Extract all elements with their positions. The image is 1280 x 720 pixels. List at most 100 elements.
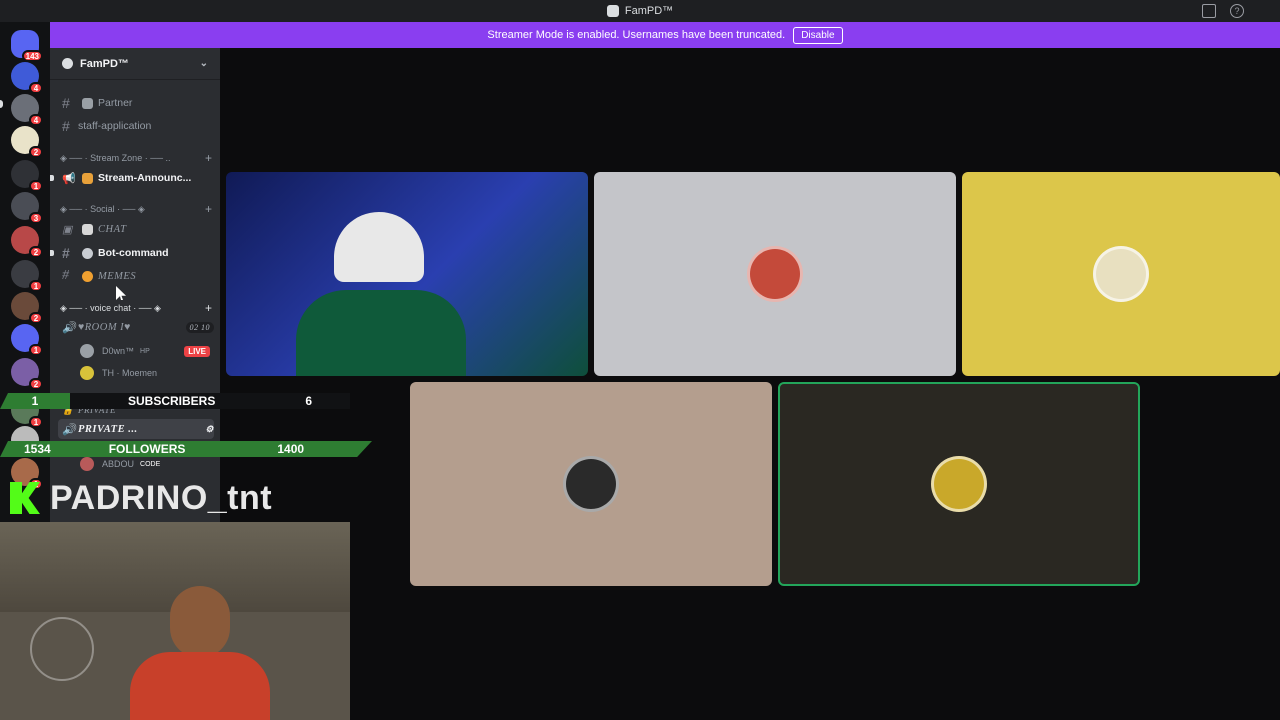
add-channel-icon[interactable]: +: [205, 202, 212, 216]
avatar: [747, 246, 803, 302]
speaker-icon: 🔊: [62, 423, 77, 436]
hash-icon: #: [62, 268, 70, 283]
voice-user-name: TH · Moemen: [102, 368, 158, 378]
speaker-icon: 🔊: [62, 321, 77, 334]
channel-label: ♥ROOM I♥: [78, 321, 131, 333]
subs-count: 1: [31, 394, 39, 408]
voice-user[interactable]: ABDOU CODE: [80, 455, 210, 473]
unread-pill: [0, 100, 3, 108]
channel-partner[interactable]: # Partner: [58, 93, 214, 113]
server-icon[interactable]: 2: [11, 226, 43, 258]
mention-badge: 2: [29, 246, 43, 258]
settings-gear-icon[interactable]: ⚙: [205, 424, 214, 435]
server-icon[interactable]: 4: [11, 62, 43, 94]
category-stream-zone[interactable]: ◈ ── · Stream Zone · ── .. +: [60, 151, 212, 165]
avatar: [80, 366, 94, 380]
channel-chat[interactable]: ▣ CHAT: [58, 219, 214, 239]
hash-icon: #: [62, 95, 70, 111]
followers-count: 1534: [24, 442, 51, 456]
live-badge: LIVE: [184, 345, 210, 357]
chevron-down-icon: ⌄: [199, 58, 208, 69]
voice-user[interactable]: TH · Moemen: [80, 364, 210, 382]
hash-icon: #: [62, 245, 70, 261]
mention-badge: 1: [29, 344, 43, 356]
category-voice-chat[interactable]: ◈ ── · voice chat · ── ◈ +: [60, 301, 212, 315]
avatar: [563, 456, 619, 512]
window-titlebar: FamPD™ ?: [0, 0, 1280, 22]
disable-streamer-mode-button[interactable]: Disable: [793, 26, 843, 44]
category-social[interactable]: ◈ ── · Social · ── ◈ +: [60, 202, 212, 216]
window-title: FamPD™: [624, 5, 674, 17]
server-icon[interactable]: 3: [11, 192, 43, 224]
channel-label: MEMES: [98, 270, 137, 282]
subs-label: SUBSCRIBERS: [128, 394, 216, 408]
robot-icon: [82, 247, 93, 259]
server-icon[interactable]: 1: [11, 324, 43, 356]
mention-badge: 2: [29, 312, 43, 324]
megaphone-icon: 📢: [62, 172, 76, 185]
channel-label: Bot-command: [98, 247, 169, 259]
participant-tile-speaking[interactable]: [778, 382, 1140, 586]
server-icon[interactable]: 2: [11, 126, 43, 158]
forum-icon: ▣: [62, 223, 73, 236]
voice-call-stage: [220, 48, 1280, 720]
channel-label: Stream-Announc...: [98, 172, 192, 184]
channel-bot-command[interactable]: # Bot-command: [58, 243, 214, 263]
note-icon: [82, 223, 93, 235]
hash-icon: #: [62, 118, 70, 134]
server-icon[interactable]: 1: [11, 260, 43, 292]
banner-text: Streamer Mode is enabled. Usernames have…: [487, 29, 786, 41]
inbox-icon[interactable]: [1202, 4, 1216, 18]
participant-tile[interactable]: [594, 172, 956, 376]
participant-tile[interactable]: [962, 172, 1280, 376]
channel-staff-application[interactable]: # staff-application: [58, 116, 214, 136]
channel-label: staff-application: [78, 120, 152, 132]
mention-badge: 1: [29, 416, 43, 428]
mention-badge: 2: [29, 378, 43, 390]
streamer-video-tile[interactable]: [226, 172, 588, 376]
voice-user-name: D0wn™: [102, 346, 135, 356]
server-name: FamPD™: [80, 57, 129, 70]
video-subject-body: [296, 290, 466, 376]
webcam-person-head: [170, 586, 230, 658]
server-icon[interactable]: 2: [11, 358, 43, 390]
server-home-icon: [62, 58, 73, 69]
handle-text: PADRINO_tnt: [50, 478, 273, 517]
channel-memes[interactable]: # MEMES: [58, 266, 214, 286]
webcam-person-body: [130, 652, 270, 720]
home-discord-icon[interactable]: 143: [11, 30, 43, 62]
voice-channel-room[interactable]: 🔊 ♥ROOM I♥ 02 10: [58, 317, 214, 337]
followers-label: FOLLOWERS: [108, 442, 186, 456]
subscribers-goal-bar: 1 SUBSCRIBERS 6: [0, 393, 350, 409]
add-channel-icon[interactable]: +: [205, 151, 212, 165]
help-icon[interactable]: ?: [1230, 4, 1244, 18]
link-icon: [82, 97, 93, 109]
participant-tile[interactable]: [410, 382, 772, 586]
add-channel-icon[interactable]: +: [205, 301, 212, 315]
channel-label: PRIVATE ...: [78, 423, 138, 435]
avatar: [80, 457, 94, 471]
video-subject: [334, 212, 424, 282]
user-tag: HP: [140, 347, 150, 355]
avatar: [80, 344, 94, 358]
category-label: ◈ ── · voice chat · ── ◈: [60, 302, 161, 313]
server-header[interactable]: FamPD™ ⌄: [50, 48, 220, 80]
mention-badge: 4: [29, 82, 43, 94]
kick-logo-icon: [10, 482, 40, 514]
streamer-handle: PADRINO_tnt: [10, 478, 272, 518]
voice-channel-private[interactable]: 🔊 PRIVATE ... ⚙: [58, 419, 214, 439]
mention-badge: 1: [29, 180, 43, 192]
channel-label: Partner: [98, 97, 133, 109]
server-icon[interactable]: 1: [11, 160, 43, 192]
bell-icon: [82, 172, 93, 184]
server-icon[interactable]: 4: [11, 94, 43, 126]
voice-user[interactable]: D0wn™ HP LIVE: [80, 342, 210, 360]
user-tag: CODE: [140, 460, 161, 468]
mention-badge: 4: [29, 114, 43, 126]
avatar: [1093, 246, 1149, 302]
server-icon[interactable]: 2: [11, 292, 43, 324]
subs-goal: 6: [305, 394, 313, 408]
followers-goal-bar: 1534 FOLLOWERS 1400: [0, 441, 372, 457]
channel-stream-announcements[interactable]: 📢 Stream-Announc...: [58, 168, 214, 188]
mention-badge: 2: [29, 146, 43, 158]
